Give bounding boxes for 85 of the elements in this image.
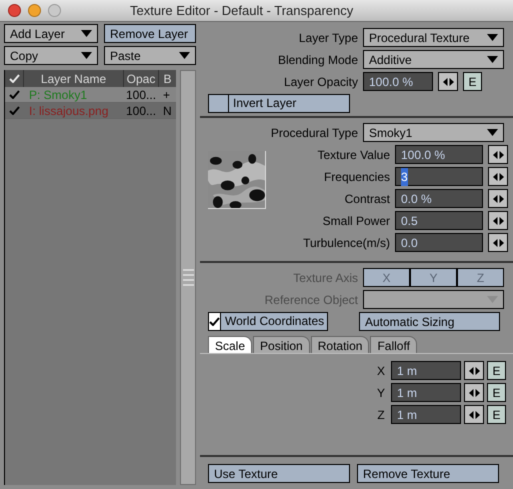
layer-opacity: 100... [125, 102, 158, 120]
remove-texture-button[interactable]: Remove Texture [357, 464, 499, 482]
spinner-button[interactable] [488, 211, 508, 230]
field-label: Texture Axis [292, 270, 358, 286]
number-field[interactable]: 100.0 % [395, 145, 483, 164]
caret-icon [179, 52, 190, 59]
left-right-arrows-icon [492, 172, 504, 180]
spinner-button[interactable] [464, 405, 484, 424]
checkmark-icon[interactable] [9, 90, 20, 99]
envelope-button[interactable]: E [463, 72, 482, 91]
blend-mode: N [162, 102, 173, 120]
caret-icon [487, 129, 498, 136]
tab[interactable]: Scale [208, 336, 252, 353]
left-right-arrows-icon [468, 410, 480, 418]
checkmark-icon [209, 317, 220, 326]
spinner-button[interactable] [488, 145, 508, 164]
use-texture-button[interactable]: Use Texture [208, 464, 350, 482]
number-field[interactable]: 1 m [391, 361, 461, 380]
axis-label: Y [376, 384, 386, 402]
field-label: Turbulence(m/s) [302, 234, 390, 252]
field-label: Texture Value [316, 146, 390, 164]
tab[interactable]: Rotation [310, 336, 370, 353]
copy-dropdown[interactable]: Copy [4, 46, 98, 65]
number-field[interactable]: 1 m [391, 383, 461, 402]
spinner-button[interactable] [464, 383, 484, 402]
number-field[interactable]: 0.0 % [395, 189, 483, 208]
blending-mode-dropdown[interactable]: Additive [363, 50, 504, 69]
layer-name: I: lissajous.png [28, 102, 110, 120]
left-right-arrows-icon [442, 78, 454, 86]
invert-layer-toggle[interactable]: Invert Layer [208, 94, 350, 113]
caret-icon [81, 30, 92, 37]
spinner-button[interactable] [438, 72, 458, 91]
field-label: Frequencies [322, 168, 390, 186]
spinner-button[interactable] [464, 361, 484, 380]
number-field[interactable]: 0.0 [395, 233, 483, 252]
layer-name: P: Smoky1 [28, 86, 88, 104]
layer-row[interactable]: P: Smoky1 100... + [5, 87, 176, 103]
left-right-arrows-icon [492, 194, 504, 202]
envelope-button[interactable]: E [487, 405, 506, 424]
window-title: Texture Editor - Default - Transparency [130, 2, 354, 20]
left-right-arrows-icon [492, 216, 504, 224]
paste-dropdown[interactable]: Paste [104, 46, 196, 65]
number-field[interactable]: 100.0 % [363, 72, 433, 91]
spinner-button[interactable] [488, 233, 508, 252]
add-layer-dropdown[interactable]: Add Layer [4, 24, 98, 43]
spinner-button[interactable] [488, 189, 508, 208]
left-right-arrows-icon [492, 150, 504, 158]
minimize-icon[interactable] [28, 4, 41, 17]
procedural-type-dropdown[interactable]: Smoky1 [363, 123, 504, 142]
caret-icon [81, 52, 92, 59]
checkmark-icon[interactable] [9, 106, 20, 115]
number-field[interactable]: 3 [395, 167, 483, 186]
left-right-arrows-icon [468, 388, 480, 396]
tab[interactable]: Position [253, 336, 310, 353]
axis-label: Z [376, 406, 386, 424]
field-label: Small Power [322, 212, 390, 230]
left-right-arrows-icon [492, 238, 504, 246]
column-header[interactable]: B [159, 70, 176, 87]
field-label: Blending Mode [276, 52, 358, 68]
blend-mode: + [162, 86, 172, 104]
remove-layer-button[interactable]: Remove Layer [104, 24, 196, 43]
left-right-arrows-icon [468, 366, 480, 374]
close-icon[interactable] [8, 4, 21, 17]
scrollbar[interactable] [180, 70, 196, 485]
tab[interactable]: Falloff [370, 336, 417, 353]
world-coordinates-checkbox[interactable]: World Coordinates [208, 312, 328, 331]
number-field[interactable]: 0.5 [395, 211, 483, 230]
caret-icon [487, 56, 498, 63]
field-label: Reference Object [264, 292, 358, 308]
spinner-button[interactable] [488, 167, 508, 186]
layer-row[interactable]: I: lissajous.png 100... N [5, 103, 176, 119]
field-label: Contrast [344, 190, 390, 208]
layer-type-dropdown[interactable]: Procedural Texture [363, 28, 504, 47]
field-label: Layer Opacity [282, 74, 358, 90]
field-label: Layer Type [298, 30, 358, 46]
envelope-button[interactable]: E [487, 361, 506, 380]
envelope-button[interactable]: E [487, 383, 506, 402]
caret-icon [487, 34, 498, 41]
field-label: Procedural Type [270, 124, 358, 142]
checkmark-icon [8, 74, 20, 83]
automatic-sizing-button[interactable]: Automatic Sizing [359, 312, 500, 331]
number-field[interactable]: 1 m [391, 405, 461, 424]
layer-opacity: 100... [125, 86, 158, 104]
axis-label: X [376, 362, 386, 380]
grip-icon[interactable] [182, 268, 194, 286]
